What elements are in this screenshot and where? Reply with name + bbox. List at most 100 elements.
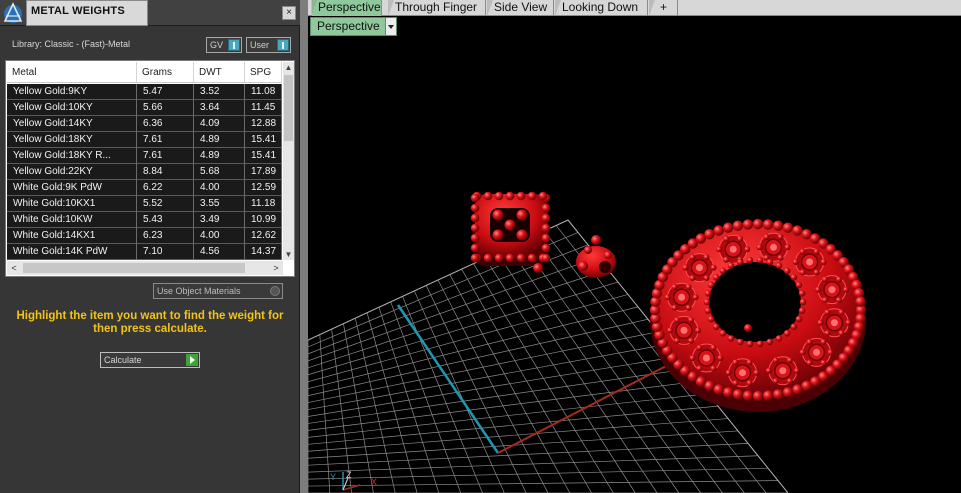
close-button[interactable]: ×: [282, 6, 296, 20]
small-charm-model: [576, 235, 616, 278]
vertical-scroll-thumb[interactable]: [284, 75, 293, 141]
gv-toggle-label: GV: [210, 40, 224, 50]
table-row[interactable]: Yellow Gold:18KY R... 7.61 4.89 15.41: [7, 148, 282, 164]
cell-spg: 11.18: [245, 196, 282, 212]
gizmo-z-label: Z: [346, 470, 352, 480]
cell-dwt: 3.64: [194, 100, 245, 116]
tab-looking-down[interactable]: Looking Down: [555, 0, 648, 16]
cell-spg: 12.62: [245, 228, 282, 244]
cell-grams: 6.36: [137, 116, 194, 132]
cell-grams: 7.61: [137, 148, 194, 164]
horizontal-scroll-thumb[interactable]: [23, 263, 245, 273]
square-pendant-model: [470, 191, 551, 273]
3d-viewport[interactable]: Y Z X Perspective Through Finger Side Vi…: [308, 0, 961, 493]
cell-grams: 7.10: [137, 244, 194, 260]
gv-toggle[interactable]: GV: [206, 37, 242, 53]
cell-dwt: 4.89: [194, 132, 245, 148]
cell-metal: Yellow Gold:18KY: [7, 132, 137, 148]
viewport-scene[interactable]: Y Z X: [308, 0, 961, 493]
cell-dwt: 3.52: [194, 84, 245, 100]
scroll-up-icon[interactable]: ▲: [283, 62, 294, 73]
cell-dwt: 4.89: [194, 148, 245, 164]
app-window: METAL WEIGHTS × Library: Classic - (Fast…: [0, 0, 961, 493]
cell-metal: White Gold:10KW: [7, 212, 137, 228]
cell-metal: White Gold:14K PdW: [7, 244, 137, 260]
table-row[interactable]: White Gold:10KW 5.43 3.49 10.99: [7, 212, 282, 228]
column-header-dwt[interactable]: DWT: [194, 62, 245, 83]
cell-metal: Yellow Gold:9KY: [7, 84, 137, 100]
view-mode-dropdown[interactable]: Perspective: [310, 17, 397, 36]
y-axis-line: [396, 304, 500, 454]
add-tab-button[interactable]: +: [649, 0, 678, 16]
panel-title-bar[interactable]: METAL WEIGHTS ×: [0, 0, 300, 26]
table-header: Metal Grams DWT SPG: [7, 62, 282, 83]
vertical-scrollbar[interactable]: ▲ ▼: [283, 62, 294, 260]
cell-dwt: 3.49: [194, 212, 245, 228]
cell-dwt: 5.68: [194, 164, 245, 180]
cell-grams: 5.47: [137, 84, 194, 100]
column-header-metal[interactable]: Metal: [7, 62, 137, 83]
column-header-spg[interactable]: SPG: [245, 62, 282, 83]
panel-splitter[interactable]: [300, 0, 308, 493]
halo-ring-model: [649, 218, 867, 412]
table-row[interactable]: White Gold:9K PdW 6.22 4.00 12.59: [7, 180, 282, 196]
user-toggle[interactable]: User: [246, 37, 291, 53]
cell-grams: 8.84: [137, 164, 194, 180]
cell-spg: 10.99: [245, 212, 282, 228]
radio-icon: [270, 286, 280, 296]
cell-grams: 6.23: [137, 228, 194, 244]
table-row[interactable]: Yellow Gold:10KY 5.66 3.64 11.45: [7, 100, 282, 116]
use-object-materials-label: Use Object Materials: [157, 286, 241, 296]
table-row[interactable]: White Gold:10KX1 5.52 3.55 11.18: [7, 196, 282, 212]
table-row[interactable]: Yellow Gold:18KY 7.61 4.89 15.41: [7, 132, 282, 148]
tab-perspective[interactable]: Perspective: [311, 0, 382, 16]
cell-grams: 7.61: [137, 132, 194, 148]
calculate-label: Calculate: [104, 355, 142, 365]
cell-grams: 6.22: [137, 180, 194, 196]
user-toggle-label: User: [250, 40, 270, 50]
cell-grams: 5.52: [137, 196, 194, 212]
column-header-grams[interactable]: Grams: [137, 62, 194, 83]
cell-metal: Yellow Gold:10KY: [7, 100, 137, 116]
gizmo-x-label: X: [371, 477, 377, 487]
cell-spg: 14.37: [245, 244, 282, 260]
horizontal-scrollbar[interactable]: < >: [7, 261, 283, 275]
calculate-button[interactable]: Calculate: [100, 352, 200, 368]
tab-side-view[interactable]: Side View: [487, 0, 554, 16]
table-row[interactable]: White Gold:14KX1 6.23 4.00 12.62: [7, 228, 282, 244]
tab-through-finger[interactable]: Through Finger: [388, 0, 486, 16]
cell-spg: 15.41: [245, 148, 282, 164]
panel-title-box: METAL WEIGHTS: [26, 0, 148, 26]
user-check-icon: [277, 39, 289, 51]
table-row[interactable]: Yellow Gold:14KY 6.36 4.09 12.88: [7, 116, 282, 132]
table-row[interactable]: Yellow Gold:9KY 5.47 3.52 11.08: [7, 84, 282, 100]
app-logo-icon: [3, 2, 23, 23]
metal-weights-panel: METAL WEIGHTS × Library: Classic - (Fast…: [0, 0, 300, 493]
cell-grams: 5.43: [137, 212, 194, 228]
cell-grams: 5.66: [137, 100, 194, 116]
use-object-materials-toggle[interactable]: Use Object Materials: [153, 283, 283, 299]
cell-dwt: 3.55: [194, 196, 245, 212]
view-tab-bar: Perspective Through Finger Side View Loo…: [308, 0, 961, 16]
cell-spg: 15.41: [245, 132, 282, 148]
cell-dwt: 4.09: [194, 116, 245, 132]
cell-dwt: 4.00: [194, 228, 245, 244]
scroll-left-icon[interactable]: <: [7, 261, 21, 275]
table-row[interactable]: Yellow Gold:22KY 8.84 5.68 17.89: [7, 164, 282, 180]
cell-metal: White Gold:9K PdW: [7, 180, 137, 196]
play-arrow-icon: [186, 354, 198, 366]
cell-metal: White Gold:14KX1: [7, 228, 137, 244]
panel-title: METAL WEIGHTS: [31, 5, 125, 17]
cell-metal: Yellow Gold:18KY R...: [7, 148, 137, 164]
cell-metal: Yellow Gold:14KY: [7, 116, 137, 132]
scroll-right-icon[interactable]: >: [269, 261, 283, 275]
cell-spg: 11.45: [245, 100, 282, 116]
cell-spg: 12.88: [245, 116, 282, 132]
scroll-down-icon[interactable]: ▼: [283, 249, 294, 260]
table-row[interactable]: White Gold:14K PdW 7.10 4.56 14.37: [7, 244, 282, 260]
cell-dwt: 4.00: [194, 180, 245, 196]
metal-table: Metal Grams DWT SPG Yellow Gold:9KY 5.47 3…: [5, 60, 295, 277]
table-body: Yellow Gold:9KY 5.47 3.52 11.08 Yellow Gold…: [7, 84, 282, 260]
gizmo-y-label: Y: [330, 472, 336, 482]
library-label: Library: Classic - (Fast)-Metal: [12, 39, 131, 49]
